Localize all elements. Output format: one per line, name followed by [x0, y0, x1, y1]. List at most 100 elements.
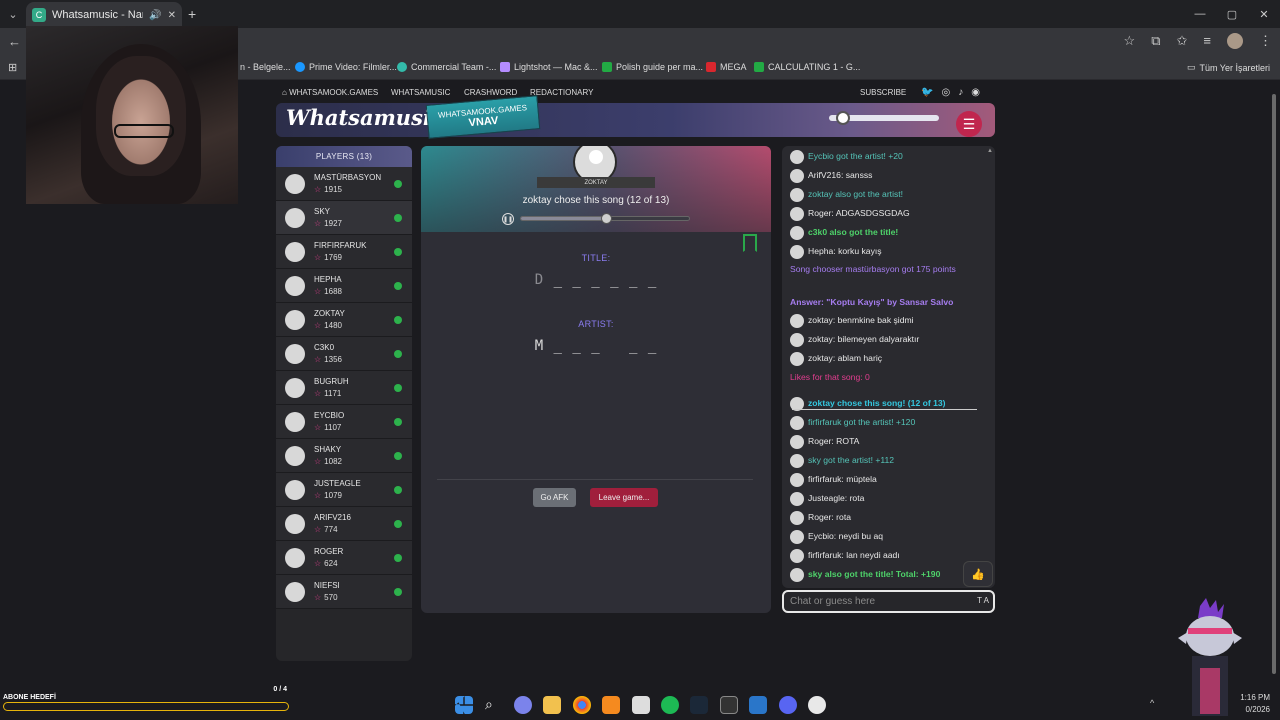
back-button[interactable]: ←: [8, 34, 21, 49]
text-size-toggle[interactable]: T A: [977, 596, 989, 605]
chat-message: sky also got the title! Total: +190: [790, 568, 980, 582]
chat-message-text: Eycbio: neydi bu aq: [808, 531, 884, 541]
instagram-icon[interactable]: ◎: [941, 87, 950, 98]
player-name: SHAKY: [314, 445, 342, 454]
player-score: 1107: [324, 423, 342, 432]
app-icon[interactable]: [749, 696, 767, 714]
player-name: ARIFV216: [314, 513, 351, 522]
bookmark-item[interactable]: MEGA: [706, 62, 747, 72]
player-row[interactable]: ROGER ☆ 624: [276, 541, 412, 575]
nav-link-crashword[interactable]: CRASHWORD: [464, 88, 517, 97]
system-clock[interactable]: 1:16 PM 0/2026: [1240, 692, 1270, 716]
bookmark-song-icon[interactable]: [743, 234, 757, 252]
bookmark-favicon-icon: [602, 62, 612, 72]
star-icon: ☆: [314, 559, 322, 568]
webcam-overlay: [26, 26, 238, 204]
bookmark-item[interactable]: Prime Video: Filmler...: [295, 62, 397, 72]
player-row[interactable]: EYCBIO ☆ 1107: [276, 405, 412, 439]
player-row[interactable]: ARIFV216 ☆ 774: [276, 507, 412, 541]
notepad-icon[interactable]: [632, 696, 650, 714]
player-row[interactable]: MASTÜRBASYON ☆ 1915: [276, 167, 412, 201]
chat-input[interactable]: [790, 594, 950, 609]
home-link[interactable]: ⌂ WHATSAMOOK.GAMES: [282, 88, 378, 97]
scroll-up-icon[interactable]: ▲: [987, 148, 993, 154]
tray-overflow-icon[interactable]: ^: [1150, 698, 1154, 708]
player-score: 1079: [324, 491, 342, 500]
player-row[interactable]: FIRFIRFARUK ☆ 1769: [276, 235, 412, 269]
page-scroll-thumb[interactable]: [1272, 94, 1276, 674]
close-tab-icon[interactable]: ✕: [168, 10, 176, 21]
nav-link-whatsamusic[interactable]: WHATSAMUSIC: [391, 88, 450, 97]
player-name: ROGER: [314, 547, 344, 556]
menu-icon[interactable]: ☰: [956, 111, 982, 137]
profile-avatar[interactable]: [1227, 33, 1243, 49]
chrome-icon[interactable]: [573, 696, 591, 714]
player-row[interactable]: HEPHA ☆ 1688: [276, 269, 412, 303]
maximize-button[interactable]: ▢: [1216, 0, 1248, 28]
volume-knob[interactable]: [836, 111, 850, 125]
chosen-divider: [792, 409, 977, 410]
minimize-button[interactable]: —: [1184, 0, 1216, 28]
player-row[interactable]: SHAKY ☆ 1082: [276, 439, 412, 473]
steam-icon[interactable]: [690, 696, 708, 714]
search-icon[interactable]: ⌕: [485, 696, 503, 714]
bookmark-item[interactable]: n - Belgele...: [240, 62, 291, 72]
browser-tab[interactable]: C Whatsamusic - Name That 🔊 ✕: [26, 2, 182, 28]
chat-avatar: [790, 226, 804, 240]
online-status-icon: [394, 316, 402, 324]
bookmark-favicon-icon: [397, 62, 407, 72]
chat-message-text: firfirfaruk got the artist! +120: [808, 417, 916, 427]
new-tab-button[interactable]: +: [188, 6, 196, 22]
tab-search-icon[interactable]: ⌄: [0, 0, 26, 28]
online-status-icon: [394, 554, 402, 562]
player-row[interactable]: SKY ☆ 1927: [276, 201, 412, 235]
app-icon[interactable]: [602, 696, 620, 714]
star-icon[interactable]: ☆: [1124, 33, 1136, 49]
media-icon[interactable]: ≡: [1203, 33, 1211, 49]
player-avatar: [285, 548, 305, 568]
page-scrollbar[interactable]: [1270, 80, 1278, 690]
twitter-icon[interactable]: 🐦: [921, 87, 933, 98]
app-icon[interactable]: [808, 696, 826, 714]
player-row[interactable]: BUGRUH ☆ 1171: [276, 371, 412, 405]
more-menu-icon[interactable]: ⋮: [1259, 33, 1272, 49]
player-name: NIEFSI: [314, 581, 340, 590]
chat-avatar: [790, 416, 804, 430]
player-score-line: ☆ 624: [314, 559, 338, 568]
chat-scrollbar[interactable]: ▲: [987, 148, 993, 578]
nav-link-redactionary[interactable]: REDACTIONARY: [530, 88, 593, 97]
leave-game-button[interactable]: Leave game...: [590, 488, 658, 507]
star-icon: ☆: [314, 389, 322, 398]
bookmark-item[interactable]: Lightshot — Mac &...: [500, 62, 598, 72]
go-afk-button[interactable]: Go AFK: [533, 488, 576, 507]
subscribe-link[interactable]: SUBSCRIBE: [860, 88, 906, 97]
speaker-icon[interactable]: 🔊: [149, 10, 161, 21]
player-row[interactable]: C3K0 ☆ 1356: [276, 337, 412, 371]
tiktok-icon[interactable]: ♪: [958, 87, 963, 98]
bookmark-item[interactable]: Polish guide per ma...: [602, 62, 703, 72]
epic-games-icon[interactable]: [720, 696, 738, 714]
player-name: HEPHA: [314, 275, 342, 284]
bookmark-item[interactable]: CALCULATING 1 - G...: [754, 62, 860, 72]
star-icon: ☆: [314, 491, 322, 500]
like-song-button[interactable]: 👍: [963, 561, 993, 587]
player-avatar: [285, 378, 305, 398]
close-window-button[interactable]: ✕: [1248, 0, 1280, 28]
file-explorer-icon[interactable]: [543, 696, 561, 714]
teams-icon[interactable]: [514, 696, 532, 714]
player-row[interactable]: NIEFSI ☆ 570: [276, 575, 412, 609]
discord-icon[interactable]: ◉: [971, 87, 980, 98]
player-score: 1688: [324, 287, 342, 296]
player-row[interactable]: ZOKTAY ☆ 1480: [276, 303, 412, 337]
player-row[interactable]: JUSTEAGLE ☆ 1079: [276, 473, 412, 507]
reading-list-icon[interactable]: ✩: [1177, 33, 1188, 49]
spotify-icon[interactable]: [661, 696, 679, 714]
pause-icon[interactable]: ❚❚: [502, 213, 514, 225]
extensions-icon[interactable]: ⧉: [1151, 33, 1160, 49]
online-status-icon: [394, 384, 402, 392]
apps-grid-icon[interactable]: ⊞: [8, 61, 17, 74]
all-bookmarks[interactable]: ▭ Tüm Yer İşaretleri: [1187, 62, 1270, 73]
bookmark-item[interactable]: Commercial Team -...: [397, 62, 496, 72]
discord-taskbar-icon[interactable]: [779, 696, 797, 714]
site-logo[interactable]: Whatsamusic: [286, 105, 444, 130]
